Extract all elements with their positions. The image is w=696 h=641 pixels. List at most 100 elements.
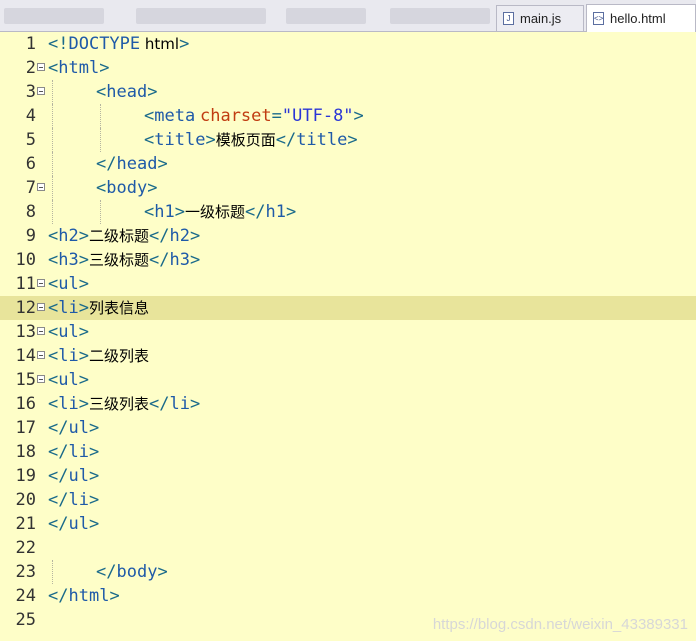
code-token: li: [58, 298, 79, 318]
line-number: 25: [15, 610, 36, 630]
code-text: <li>二级列表: [48, 344, 149, 368]
code-token: <: [96, 82, 107, 102]
code-token: html: [68, 586, 110, 606]
fold-collapse-icon[interactable]: [37, 303, 45, 311]
indent-guide: [52, 104, 54, 128]
code-token: </: [96, 154, 117, 174]
code-token: >: [88, 442, 100, 462]
code-line[interactable]: 7 <body>: [0, 176, 696, 200]
code-line[interactable]: 14 <li>二级列表: [0, 344, 696, 368]
code-line[interactable]: 13 <ul>: [0, 320, 696, 344]
code-line[interactable]: 4 <meta charset="UTF-8">: [0, 104, 696, 128]
fold-collapse-icon[interactable]: [37, 327, 45, 335]
line-number: 22: [15, 538, 36, 558]
code-token: >: [189, 250, 201, 270]
code-token: h3: [58, 250, 79, 270]
code-line[interactable]: 10 <h3>三级标题</h3>: [0, 248, 696, 272]
code-line[interactable]: 15 <ul>: [0, 368, 696, 392]
code-token: <!: [48, 34, 69, 54]
line-number: 8: [25, 202, 36, 222]
code-token: >: [78, 370, 89, 390]
line-number: 2: [25, 58, 36, 78]
code-token: html: [140, 35, 180, 53]
code-line[interactable]: 16 <li>三级列表</li>: [0, 392, 696, 416]
code-line[interactable]: 6 </head>: [0, 152, 696, 176]
fold-collapse-icon[interactable]: [37, 375, 45, 383]
code-token: </: [149, 226, 170, 246]
blurred-tab-area: [286, 8, 366, 24]
code-text: </html>: [48, 584, 120, 608]
code-line[interactable]: 2 <html>: [0, 56, 696, 80]
indent-guide: [52, 200, 54, 224]
code-token: >: [157, 154, 168, 174]
code-line[interactable]: 8 <h1>一级标题</h1>: [0, 200, 696, 224]
code-token: h2: [58, 226, 79, 246]
code-token: >: [147, 178, 158, 198]
code-token: h2: [169, 226, 190, 246]
code-line[interactable]: 12 <li>列表信息: [0, 296, 696, 320]
indent-guide: [100, 200, 102, 224]
code-editor[interactable]: 1 <!DOCTYPE html> 2 < html > 3 <head> 4 <meta cha…: [0, 32, 696, 641]
code-token: title: [296, 130, 348, 150]
code-text: <title>模板页面</title>: [144, 128, 358, 152]
code-token: </: [48, 418, 69, 438]
code-line[interactable]: 3 <head>: [0, 80, 696, 104]
code-text: <li>三级列表</li>: [48, 392, 200, 416]
code-token: </: [48, 586, 69, 606]
code-token: li: [169, 394, 190, 414]
code-token: =: [271, 106, 282, 126]
code-token: <: [48, 298, 59, 318]
code-token: >: [189, 226, 201, 246]
code-text: </li>: [48, 488, 99, 512]
code-line[interactable]: 19 </ul>: [0, 464, 696, 488]
code-token: 列表信息: [88, 299, 149, 317]
code-token: >: [157, 562, 168, 582]
blurred-tab-area: [136, 8, 266, 24]
fold-collapse-icon[interactable]: [37, 351, 45, 359]
code-token: </: [245, 202, 266, 222]
line-number: 17: [15, 418, 36, 438]
code-token: >: [78, 274, 89, 294]
code-line[interactable]: 11 <ul>: [0, 272, 696, 296]
line-number: 21: [15, 514, 36, 534]
tab-label: hello.html: [610, 11, 666, 26]
html-file-icon: <>: [593, 12, 604, 25]
code-line[interactable]: 9 <h2>二级标题</h2>: [0, 224, 696, 248]
code-token: ul: [58, 370, 79, 390]
fold-collapse-icon[interactable]: [37, 87, 45, 95]
fold-collapse-icon[interactable]: [37, 279, 45, 287]
code-token: >: [347, 130, 358, 150]
code-line[interactable]: 1 <!DOCTYPE html>: [0, 32, 696, 56]
code-line[interactable]: 18 </li>: [0, 440, 696, 464]
code-token: </: [275, 130, 297, 150]
tab-main-js[interactable]: J main.js: [496, 5, 584, 31]
editor-tab-bar: J main.js <> hello.html: [0, 0, 696, 32]
code-line[interactable]: 23 </body>: [0, 560, 696, 584]
fold-collapse-icon[interactable]: [37, 183, 45, 191]
fold-collapse-icon[interactable]: [37, 63, 45, 71]
code-token: >: [88, 418, 100, 438]
code-line[interactable]: 24 </html>: [0, 584, 696, 608]
code-text: <h3>三级标题</h3>: [48, 248, 200, 272]
tab-hello-html[interactable]: <> hello.html: [586, 4, 696, 32]
line-number: 15: [15, 370, 36, 390]
code-token: 三级列表: [88, 395, 149, 413]
code-token: </: [48, 466, 69, 486]
code-token: >: [99, 58, 110, 78]
code-line[interactable]: 5 <title>模板页面</title>: [0, 128, 696, 152]
code-token: DOCTYPE: [68, 34, 141, 54]
code-token: ul: [68, 514, 89, 534]
code-token: body: [106, 178, 148, 198]
code-line[interactable]: 21 </ul>: [0, 512, 696, 536]
code-token: ul: [58, 274, 79, 294]
code-token: </: [149, 250, 170, 270]
code-token: h3: [169, 250, 190, 270]
line-number: 13: [15, 322, 36, 342]
code-token: 二级标题: [88, 227, 149, 245]
code-line[interactable]: 22: [0, 536, 696, 560]
code-line[interactable]: 20 </li>: [0, 488, 696, 512]
line-number: 12: [15, 298, 36, 318]
code-token: <: [48, 58, 59, 78]
code-line[interactable]: 17 </ul>: [0, 416, 696, 440]
line-number: 4: [25, 106, 36, 126]
